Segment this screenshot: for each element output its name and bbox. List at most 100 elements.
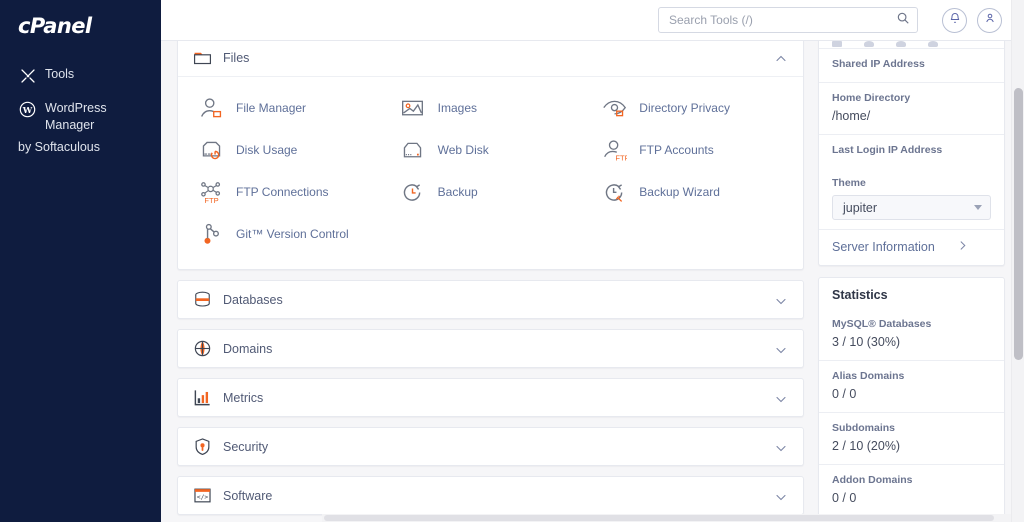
info-row-value: /home/ <box>832 109 871 123</box>
horizontal-scrollbar[interactable] <box>322 514 1011 522</box>
quicklink-icon-1 <box>832 41 842 47</box>
server-information-label: Server Information <box>832 240 935 254</box>
statistics-title: Statistics <box>832 288 888 302</box>
section-title: Databases <box>223 292 283 307</box>
notifications-button[interactable] <box>942 7 967 33</box>
statistic-row: Subdomains 2 / 10 (20%) <box>819 413 1004 465</box>
sidebar-item-tools[interactable]: Tools <box>0 58 161 92</box>
section-title: Software <box>223 488 273 503</box>
section-card-software: </> Software <box>177 476 804 515</box>
tools-column: Files File Manager Images Directory Privac… <box>161 41 818 522</box>
section-title: Files <box>223 50 250 65</box>
tool-file-manager[interactable]: File Manager <box>188 87 390 129</box>
section-card-security: Security <box>177 427 804 466</box>
top-header <box>161 0 1024 41</box>
info-row-label: Home Directory <box>832 92 911 104</box>
statistic-row: MySQL® Databases 3 / 10 (30%) <box>819 309 1004 361</box>
section-header-security[interactable]: Security <box>178 428 803 465</box>
tool-backup-wizard[interactable]: Backup Wizard <box>591 171 793 213</box>
tool-ftp-connections[interactable]: FTP FTP Connections <box>188 171 390 213</box>
tool-label: Backup Wizard <box>639 184 720 199</box>
section-header-files[interactable]: Files <box>178 41 803 76</box>
vertical-scrollbar[interactable] <box>1011 0 1024 522</box>
statistic-value: 0 / 0 <box>832 387 857 401</box>
cpanel-app: cPanel Tools W WordPress Manager by Soft… <box>0 0 1024 522</box>
tool-label: FTP Accounts <box>639 142 714 157</box>
chevron-down-icon[interactable] <box>775 392 787 404</box>
sidebar-item-wordpress-manager[interactable]: W WordPress Manager <box>0 92 161 141</box>
images-icon <box>400 95 426 121</box>
chevron-down-icon <box>974 205 982 210</box>
tool-git-version-control[interactable]: Git™ Version Control <box>188 213 390 255</box>
content-scroll-region[interactable]: Files File Manager Images Directory Privac… <box>161 41 1024 522</box>
general-information-rows: Shared IP Address Home Directory/home/Las… <box>819 49 1004 168</box>
tool-ftp-accounts[interactable]: FTP FTP Accounts <box>591 129 793 171</box>
info-row: Last Login IP Address <box>819 135 1004 168</box>
main-area: Files File Manager Images Directory Privac… <box>161 0 1024 522</box>
web-disk-icon <box>400 137 426 163</box>
section-header-software[interactable]: </> Software <box>178 477 803 514</box>
tool-label: Directory Privacy <box>639 100 730 115</box>
search-input[interactable] <box>669 13 896 27</box>
tool-disk-usage[interactable]: Disk Usage <box>188 129 390 171</box>
disk-usage-icon <box>198 137 224 163</box>
tool-images[interactable]: Images <box>390 87 592 129</box>
tool-label: Images <box>437 100 477 115</box>
section-header-databases[interactable]: Databases <box>178 281 803 318</box>
statistic-row: Alias Domains 0 / 0 <box>819 361 1004 413</box>
chevron-down-icon[interactable] <box>775 294 787 306</box>
chevron-up-icon[interactable] <box>775 52 787 64</box>
quicklink-icon-3 <box>896 41 906 47</box>
tool-label: File Manager <box>236 100 307 115</box>
search-container[interactable] <box>658 7 918 33</box>
server-information-link[interactable]: Server Information <box>819 230 1004 265</box>
file-manager-icon <box>198 95 224 121</box>
statistic-value: 0 / 0 <box>832 491 857 505</box>
user-icon <box>984 11 996 29</box>
section-title: Domains <box>223 341 273 356</box>
quicklink-icon-4 <box>928 41 938 47</box>
statistic-value: 3 / 10 (30%) <box>832 335 901 349</box>
ftp-connections-icon: FTP <box>198 179 224 205</box>
directory-privacy-icon <box>601 95 627 121</box>
software-icon: </> <box>192 486 212 506</box>
tool-web-disk[interactable]: Web Disk <box>390 129 592 171</box>
sidebar-nav: Tools W WordPress Manager by Softaculous <box>0 58 161 156</box>
globe-icon <box>192 339 212 359</box>
quick-links-row-cutoff <box>819 41 1004 49</box>
section-card-files: Files File Manager Images Directory Privac… <box>177 41 804 270</box>
info-row-label: Last Login IP Address <box>832 144 943 156</box>
chevron-down-icon[interactable] <box>775 490 787 502</box>
chevron-down-icon[interactable] <box>775 343 787 355</box>
general-information-panel: Shared IP Address Home Directory/home/Las… <box>818 41 1005 266</box>
shield-icon <box>192 437 212 457</box>
statistic-value: 2 / 10 (20%) <box>832 439 901 453</box>
metrics-icon <box>192 388 212 408</box>
account-button[interactable] <box>977 7 1002 33</box>
section-card-domains: Domains <box>177 329 804 368</box>
aside-column: Shared IP Address Home Directory/home/Las… <box>818 41 1024 522</box>
vertical-scrollbar-thumb[interactable] <box>1014 88 1023 360</box>
backup-icon <box>400 179 426 205</box>
sidebar-item-wordpress-manager-sublabel: by Softaculous <box>18 140 100 154</box>
section-card-databases: Databases <box>177 280 804 319</box>
search-icon[interactable] <box>896 11 910 30</box>
info-row: Shared IP Address <box>819 49 1004 83</box>
theme-select[interactable]: jupiter <box>832 195 991 220</box>
svg-text:</>: </> <box>196 494 208 501</box>
horizontal-scrollbar-thumb[interactable] <box>324 515 994 521</box>
section-header-metrics[interactable]: Metrics <box>178 379 803 416</box>
tool-directory-privacy[interactable]: Directory Privacy <box>591 87 793 129</box>
section-card-metrics: Metrics <box>177 378 804 417</box>
tool-label: Backup <box>437 184 478 199</box>
tool-backup[interactable]: Backup <box>390 171 592 213</box>
section-header-domains[interactable]: Domains <box>178 330 803 367</box>
folder-icon <box>192 48 212 68</box>
bell-icon <box>949 11 961 29</box>
brand-logo[interactable]: cPanel <box>0 0 161 48</box>
brand-name: cPanel <box>18 14 92 38</box>
chevron-down-icon[interactable] <box>775 441 787 453</box>
section-title: Security <box>223 439 269 454</box>
statistics-rows: MySQL® Databases 3 / 10 (30%) Alias Domain… <box>819 309 1004 522</box>
statistic-label: Subdomains <box>832 422 896 434</box>
